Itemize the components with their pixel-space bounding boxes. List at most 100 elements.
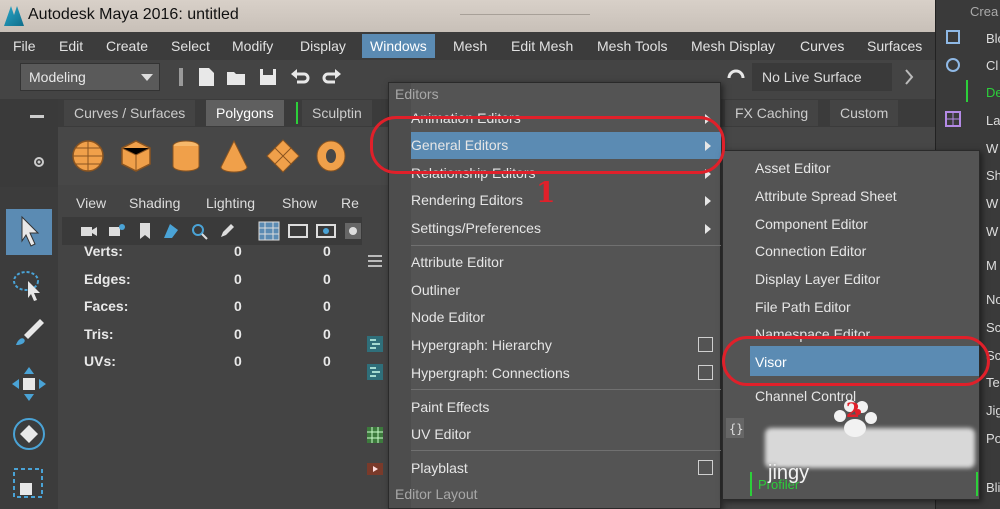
- magnet-icon[interactable]: [725, 66, 747, 88]
- menu-item-attribute-editor[interactable]: Attribute Editor: [411, 249, 721, 276]
- submenu-item-display-layer-editor[interactable]: Display Layer Editor: [755, 271, 880, 287]
- select-tool-button[interactable]: [6, 209, 52, 255]
- shelf-tab-custom[interactable]: Custom: [830, 100, 899, 126]
- submenu-item-file-path-editor[interactable]: File Path Editor: [755, 299, 851, 315]
- shelf-collapse-icon[interactable]: [30, 115, 44, 119]
- right-panel-row[interactable]: No: [986, 292, 1000, 307]
- hud-label-uvs: UVs:: [84, 353, 116, 369]
- menu-item-hypergraph-connections[interactable]: Hypergraph: Connections: [411, 360, 721, 387]
- poly-plane-icon[interactable]: [265, 138, 301, 174]
- menu-divider: [411, 245, 721, 246]
- option-box-icon[interactable]: [698, 460, 713, 475]
- submenu-item-component-editor[interactable]: Component Editor: [755, 216, 868, 232]
- redo-icon[interactable]: [321, 66, 343, 88]
- right-panel-row[interactable]: W: [986, 224, 998, 239]
- hud-label-verts: Verts:: [84, 243, 123, 259]
- menu-item-settings-preferences[interactable]: Settings/Preferences: [411, 215, 721, 242]
- rotate-icon: [13, 418, 45, 450]
- shelf-settings-gear-icon[interactable]: [32, 155, 46, 169]
- grid-icon[interactable]: [258, 221, 280, 241]
- menu-surfaces[interactable]: Surfaces: [867, 38, 922, 54]
- menu-item-rendering-editors[interactable]: Rendering Editors: [411, 187, 721, 214]
- right-panel-row[interactable]: Sh: [986, 168, 1000, 183]
- poly-torus-icon[interactable]: [313, 138, 349, 174]
- move-tool-button[interactable]: [6, 361, 52, 407]
- menu-modify[interactable]: Modify: [232, 38, 273, 54]
- right-panel-row[interactable]: Cl: [986, 58, 998, 73]
- submenu-item-attribute-spread-sheet[interactable]: Attribute Spread Sheet: [755, 188, 897, 204]
- open-scene-icon[interactable]: [225, 66, 247, 88]
- shelf-tab-fx-caching[interactable]: FX Caching: [725, 100, 819, 126]
- right-panel-row[interactable]: W: [986, 141, 998, 156]
- camera-icon[interactable]: [80, 223, 98, 239]
- viewport-menu-lighting[interactable]: Lighting: [206, 195, 255, 211]
- menu-item-uv-editor[interactable]: UV Editor: [411, 421, 721, 448]
- menu-mesh[interactable]: Mesh: [453, 38, 487, 54]
- right-panel-row[interactable]: W: [986, 196, 998, 211]
- image-plane-icon[interactable]: [162, 222, 180, 240]
- resolution-gate-icon[interactable]: [316, 222, 336, 240]
- right-panel-row[interactable]: Po: [986, 431, 1000, 446]
- menu-file[interactable]: File: [13, 38, 36, 54]
- menu-item-paint-effects[interactable]: Paint Effects: [411, 394, 721, 421]
- grease-pencil-icon[interactable]: [218, 222, 236, 240]
- menu-edit[interactable]: Edit: [59, 38, 83, 54]
- viewport-menu-renderer[interactable]: Re: [341, 195, 359, 211]
- right-panel-row[interactable]: M: [986, 258, 997, 273]
- menu-mesh-tools[interactable]: Mesh Tools: [597, 38, 668, 54]
- menu-set-dropdown[interactable]: Modeling: [20, 63, 160, 91]
- right-panel-row[interactable]: La: [986, 113, 1000, 128]
- viewport-menu-show[interactable]: Show: [282, 195, 317, 211]
- menu-item-outliner[interactable]: Outliner: [411, 277, 721, 304]
- camera-lock-icon[interactable]: [108, 223, 126, 239]
- cluster-icon[interactable]: [944, 56, 962, 74]
- menu-create[interactable]: Create: [106, 38, 148, 54]
- right-panel-row[interactable]: Blo: [986, 31, 1000, 46]
- shelf-tab-sculpting[interactable]: Sculptin: [302, 100, 372, 126]
- viewport-menu-shading[interactable]: Shading: [129, 195, 180, 211]
- menu-curves[interactable]: Curves: [800, 38, 844, 54]
- viewport-menu-view[interactable]: View: [76, 195, 106, 211]
- scale-tool-button[interactable]: [6, 461, 52, 507]
- poly-cylinder-icon[interactable]: [168, 138, 204, 174]
- film-gate-icon[interactable]: [288, 222, 308, 240]
- right-panel-row[interactable]: Jig: [986, 403, 1000, 418]
- lasso-tool-button[interactable]: [6, 263, 52, 309]
- right-panel-row[interactable]: De: [986, 85, 1000, 100]
- left-toolbox: [0, 187, 58, 509]
- option-box-icon[interactable]: [698, 337, 713, 352]
- annotation-oval-visor: [722, 336, 990, 386]
- two-d-pan-zoom-icon[interactable]: [190, 222, 208, 240]
- menu-display[interactable]: Display: [300, 38, 346, 54]
- shelf-tab-curves-surfaces[interactable]: Curves / Surfaces: [64, 100, 196, 126]
- new-scene-icon[interactable]: [195, 66, 217, 88]
- menu-section-editor-layout: Editor Layout: [395, 486, 478, 502]
- create-poly-icon[interactable]: [944, 28, 962, 46]
- right-panel-row[interactable]: Te: [986, 375, 1000, 390]
- menu-mesh-display[interactable]: Mesh Display: [691, 38, 775, 54]
- shelf-tab-polygons[interactable]: Polygons: [206, 100, 284, 126]
- menu-select[interactable]: Select: [171, 38, 210, 54]
- menu-item-hypergraph-hierarchy[interactable]: Hypergraph: Hierarchy: [411, 332, 721, 359]
- menu-item-node-editor[interactable]: Node Editor: [411, 304, 721, 331]
- menu-windows[interactable]: Windows: [362, 34, 435, 58]
- submenu-item-connection-editor[interactable]: Connection Editor: [755, 243, 866, 259]
- save-scene-icon[interactable]: [257, 66, 279, 88]
- undo-icon[interactable]: [289, 66, 311, 88]
- poly-cone-icon[interactable]: [216, 138, 252, 174]
- bookmark-icon[interactable]: [138, 222, 152, 240]
- menu-edit-mesh[interactable]: Edit Mesh: [511, 38, 573, 54]
- right-panel-row[interactable]: Bli: [986, 480, 1000, 495]
- submenu-item-asset-editor[interactable]: Asset Editor: [755, 160, 830, 176]
- lattice-icon[interactable]: [944, 110, 962, 128]
- menu-item-playblast[interactable]: Playblast: [411, 455, 721, 482]
- paint-select-tool-button[interactable]: [6, 311, 52, 357]
- live-surface-field[interactable]: No Live Surface: [752, 63, 892, 91]
- option-box-icon[interactable]: [698, 365, 713, 380]
- expand-arrow-icon[interactable]: [898, 66, 920, 88]
- poly-sphere-icon[interactable]: [70, 138, 106, 174]
- gate-mask-icon[interactable]: [344, 222, 362, 240]
- poly-cube-icon[interactable]: [118, 138, 154, 174]
- rotate-tool-button[interactable]: [6, 411, 52, 457]
- right-panel-row[interactable]: Sc: [986, 320, 1000, 335]
